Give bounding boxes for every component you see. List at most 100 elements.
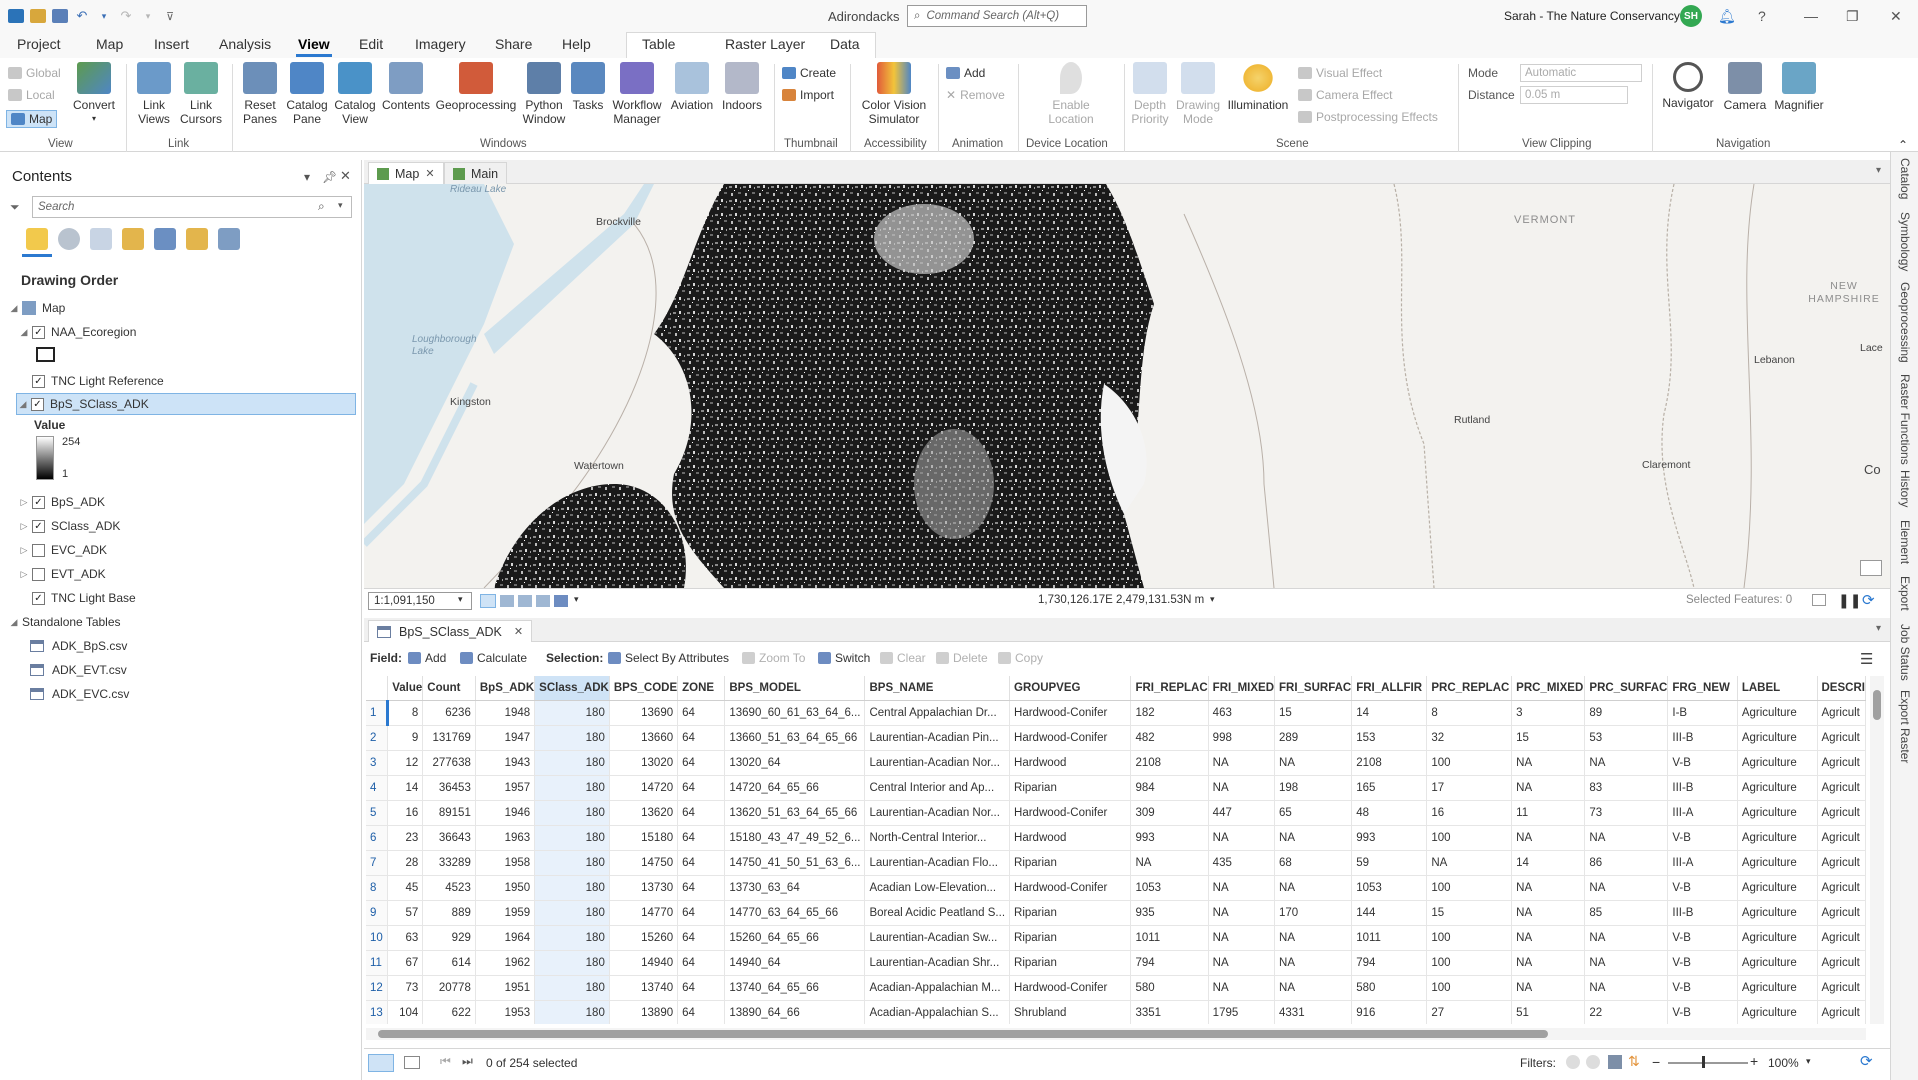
column-header[interactable]: SClass_ADK [534,676,610,701]
column-header[interactable]: GROUPVEG [1009,676,1132,701]
table-cell[interactable]: III-A [1667,850,1738,876]
column-header[interactable]: BPS_CODE [609,676,679,701]
table-cell[interactable]: 180 [534,900,610,926]
command-search-input[interactable]: ⌕ Command Search (Alt+Q) [907,5,1087,27]
horizontal-scrollbar[interactable] [366,1028,1866,1040]
table-cell[interactable]: III-A [1667,800,1738,826]
snapping-icon[interactable] [518,595,532,607]
polygon-symbol[interactable] [36,347,55,362]
column-header[interactable]: BPS_MODEL [724,676,866,701]
chevron-down-icon[interactable]: ▾ [1806,1056,1811,1067]
workflow-manager-button[interactable]: Workflow Manager [608,62,666,126]
column-header[interactable]: Count [422,676,476,701]
undo-icon[interactable]: ↶ [74,8,90,24]
camera-effect-button[interactable]: Camera Effect [1298,88,1392,102]
layer-visibility-checkbox[interactable] [32,543,45,557]
table-cell[interactable]: 86 [1584,850,1669,876]
row-number[interactable]: 12 [366,975,389,1001]
table-cell[interactable]: 198 [1274,775,1353,801]
table-cell[interactable]: III-B [1667,725,1738,751]
scrollbar-thumb[interactable] [378,1030,1548,1038]
row-number[interactable]: 7 [366,850,389,876]
table-cell[interactable]: 64 [677,850,726,876]
table-cell[interactable]: Hardwood-Conifer [1009,875,1132,901]
table-cell[interactable]: 8 [1426,700,1513,726]
view-list-chevron-icon[interactable]: ▾ [1876,623,1881,634]
column-header[interactable]: BPS_NAME [864,676,1011,701]
table-cell[interactable]: Agricult [1817,800,1866,826]
tab-data[interactable]: Data [828,36,862,52]
table-cell[interactable]: 447 [1208,800,1276,826]
layer-visibility-checkbox[interactable]: ✓ [32,325,45,339]
table-cell[interactable]: 15 [1274,700,1353,726]
row-number[interactable]: 2 [366,725,389,751]
pane-tab-element[interactable]: Element [1898,520,1912,564]
table-cell[interactable]: Agricult [1817,975,1866,1001]
row-number[interactable]: 13 [366,1000,389,1024]
restore-icon[interactable]: ❐ [1846,8,1859,25]
help-icon[interactable]: ? [1758,8,1766,24]
table-cell[interactable]: 64 [677,800,726,826]
table-cell[interactable]: NA [1584,825,1669,851]
link-cursors-button[interactable]: Link Cursors [178,62,224,126]
table-row[interactable]: 9 57 889 1959 180 14770 64 14770_63_64_65_66 Bor… [366,900,1866,926]
layer-visibility-checkbox[interactable]: ✓ [32,519,45,533]
table-cell[interactable]: V-B [1667,750,1738,776]
table-cell[interactable]: 993 [1351,825,1428,851]
table-cell[interactable]: 180 [534,875,610,901]
table-cell[interactable]: 13620 [609,800,679,826]
remove-animation-button[interactable]: ✕ Remove [946,88,1005,102]
row-number[interactable]: 3 [366,750,389,776]
table-cell[interactable]: 22 [1584,1000,1669,1024]
sort-icon[interactable]: ⇅ [1628,1053,1640,1070]
table-cell[interactable]: 64 [677,950,726,976]
table-cell[interactable]: 180 [534,925,610,951]
table-cell[interactable]: 17 [1426,775,1513,801]
table-cell[interactable]: NA [1208,875,1276,901]
customize-qat-icon[interactable]: ⊽ [162,10,178,23]
expand-icon[interactable]: ▷ [18,521,30,532]
tab-imagery[interactable]: Imagery [413,36,468,52]
table-cell[interactable]: NA [1208,925,1276,951]
table-cell[interactable]: Agricult [1817,925,1866,951]
collapse-icon[interactable]: ◢ [8,617,20,628]
table-row[interactable]: 8 45 4523 1950 180 13730 64 13730_63_64 Acadian … [366,875,1866,901]
show-all-records-icon[interactable] [368,1054,394,1072]
table-cell[interactable]: 1957 [475,775,536,801]
table-cell[interactable]: 14770_63_64_65_66 [724,900,866,926]
postprocessing-effects-button[interactable]: Postprocessing Effects [1298,110,1438,124]
tab-attribute-table[interactable]: BpS_SClass_ADK ✕ [368,620,533,642]
table-cell[interactable]: NA [1584,950,1669,976]
close-tab-icon[interactable]: ✕ [514,625,523,638]
table-cell[interactable]: 984 [1130,775,1209,801]
layer-visibility-checkbox[interactable] [32,567,45,581]
table-row[interactable]: 11 67 614 1962 180 14940 64 14940_64 Laurentian-… [366,950,1866,976]
table-cell[interactable]: 1053 [1130,875,1209,901]
table-cell[interactable]: 14 [387,775,424,801]
table-cell[interactable]: 4523 [422,875,476,901]
zoom-to-button[interactable]: Zoom To [742,651,805,665]
collapse-icon[interactable]: ◢ [18,327,30,338]
table-cell[interactable]: 993 [1130,825,1209,851]
table-cell[interactable]: V-B [1667,825,1738,851]
last-record-icon[interactable]: ⏭ [462,1054,473,1069]
pause-drawing-icon[interactable]: ❚❚ [1838,592,1861,609]
collapse-ribbon-icon[interactable]: ⌃ [1898,138,1908,152]
table-adk-bps[interactable]: ADK_BpS.csv [30,635,127,657]
table-cell[interactable]: 889 [422,900,476,926]
column-header[interactable]: BpS_ADK [475,676,536,701]
table-cell[interactable]: 1795 [1208,1000,1276,1024]
layer-naa-ecoregion[interactable]: ◢ ✓ NAA_Ecoregion [18,321,137,343]
table-cell[interactable]: 13020 [609,750,679,776]
table-cell[interactable]: 1948 [475,700,536,726]
table-cell[interactable]: 64 [677,975,726,1001]
table-cell[interactable]: 15180_43_47_49_52_6... [724,825,866,851]
table-row[interactable]: 6 23 36643 1963 180 15180 64 15180_43_47_49_52_… [366,825,1866,851]
table-cell[interactable]: 180 [534,775,610,801]
table-cell[interactable]: 182 [1130,700,1209,726]
table-cell[interactable]: 45 [387,875,424,901]
time-filter-icon[interactable] [1586,1055,1600,1069]
table-cell[interactable]: 36643 [422,825,476,851]
table-cell[interactable]: III-B [1667,775,1738,801]
table-cell[interactable]: 794 [1351,950,1428,976]
